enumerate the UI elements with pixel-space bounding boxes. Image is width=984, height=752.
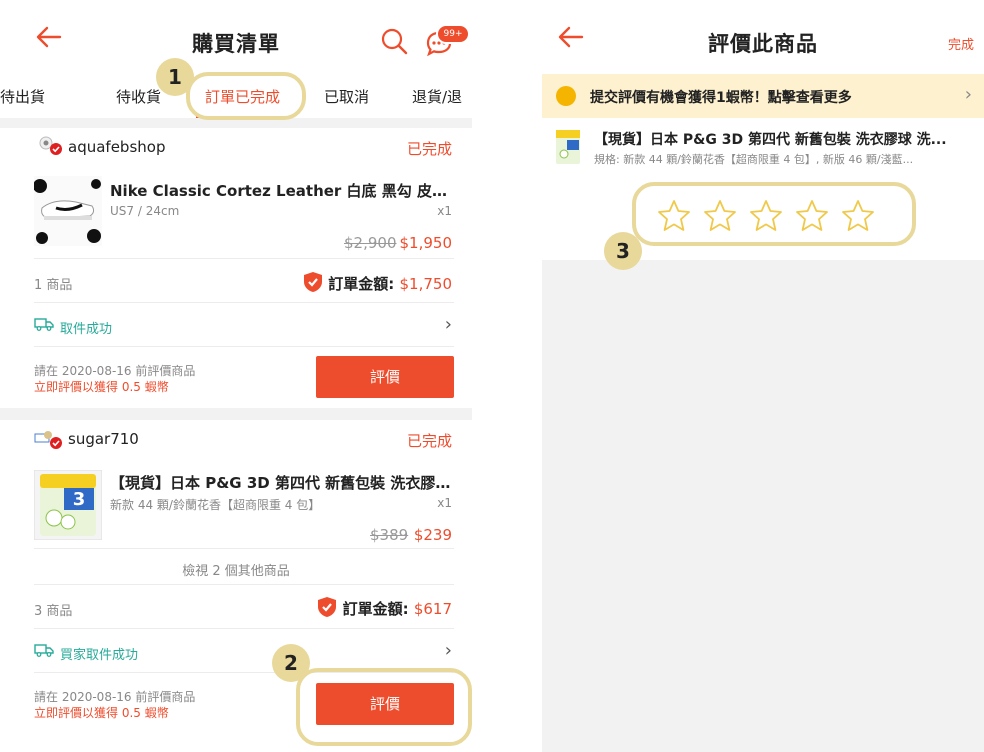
tab-highlight [186, 72, 306, 120]
product-row: 【現貨】日本 P&G 3D 第四代 新舊包裝 洗衣膠球 洗... 規格: 新款 … [542, 118, 984, 177]
order-total-label: 訂單金額: [328, 275, 395, 293]
product-name[interactable]: 【現貨】日本 P&G 3D 第四代 新舊包裝 洗衣膠... [110, 472, 452, 493]
tab-to-ship[interactable]: 待出貨 [0, 86, 45, 107]
search-icon[interactable] [380, 27, 408, 55]
divider [34, 548, 454, 549]
product-thumbnail[interactable]: 3 [34, 470, 102, 540]
product-quantity: x1 [437, 204, 452, 218]
review-reward: 立即評價以獲得 0.5 蝦幣 [34, 380, 169, 394]
product-name[interactable]: Nike Classic Cortez Leather 白底 黑勾 皮革 阿..… [110, 180, 452, 201]
shop-name[interactable]: aquafebshop [68, 138, 165, 156]
order-total: 訂單金額: $617 [343, 598, 452, 619]
order-card[interactable]: aquafebshop 已完成 Nike Classic Cortez Leat… [0, 128, 472, 408]
shopee-guarantee-icon [318, 597, 336, 617]
tab-return[interactable]: 退貨/退 [412, 86, 462, 107]
order-total-amount: $617 [413, 600, 452, 618]
rate-product-screen: 評價此商品 完成 提交評價有機會獲得1蝦幣！點擊查看更多 › 【現貨】日本 P&… [542, 0, 984, 752]
page-title: 評價此商品 [708, 32, 818, 56]
chat-button[interactable]: 99+ [424, 24, 470, 60]
product-spec: 規格: 新款 44 顆/鈴蘭花香【超商限重 4 包】, 新版 46 顆/淺藍..… [594, 153, 914, 166]
product-variant: US7 / 24cm [110, 204, 180, 218]
original-price: $2,900 [344, 234, 397, 252]
tab-cancelled[interactable]: 已取消 [324, 86, 369, 107]
divider [0, 408, 472, 420]
sale-price: $239 [413, 526, 452, 544]
truck-icon [34, 318, 54, 331]
rate-button[interactable]: 評價 [316, 356, 454, 398]
review-reward: 立即評價以獲得 0.5 蝦幣 [34, 706, 169, 720]
thumbnail-label: 3 [73, 489, 86, 510]
product-thumbnail[interactable] [34, 176, 102, 246]
order-list-screen: 購買清單 99+ 待出貨 待收貨 訂單已完成 已取消 退貨/退 aquafebs [0, 0, 472, 752]
item-count: 3 商品 [34, 604, 73, 619]
shipping-status[interactable]: 買家取件成功 [60, 644, 138, 663]
order-status: 已完成 [406, 140, 452, 158]
divider [34, 302, 454, 303]
review-deadline: 請在 2020-08-16 前評價商品 [34, 364, 196, 378]
order-total-amount: $1,750 [399, 275, 453, 293]
tab-to-receive[interactable]: 待收貨 [116, 86, 161, 107]
divider [34, 346, 454, 347]
shop-avatar-icon [39, 136, 62, 155]
order-total-label: 訂單金額: [342, 600, 409, 618]
chevron-right-icon[interactable]: › [445, 640, 452, 661]
coin-icon [556, 86, 576, 106]
original-price: $389 [370, 526, 409, 544]
order-status: 已完成 [406, 432, 452, 450]
nav-bar: 購買清單 99+ [0, 0, 472, 74]
shopee-guarantee-icon [304, 272, 322, 292]
divider [34, 258, 454, 259]
shop-avatar-icon [34, 431, 62, 449]
sale-price: $1,950 [399, 234, 453, 252]
review-deadline: 請在 2020-08-16 前評價商品 [34, 690, 196, 704]
divider [34, 628, 454, 629]
nav-bar: 評價此商品 完成 [542, 0, 984, 74]
item-count: 1 商品 [34, 278, 73, 293]
view-more-items[interactable]: 檢視 2 個其他商品 [0, 560, 472, 579]
stars-highlight [632, 182, 916, 246]
divider [34, 584, 454, 585]
shipping-status[interactable]: 取件成功 [60, 318, 112, 337]
step-number: 1 [156, 58, 194, 96]
button-highlight [296, 668, 472, 746]
reward-banner[interactable]: 提交評價有機會獲得1蝦幣！點擊查看更多 › [542, 74, 984, 118]
notification-badge: 99+ [436, 24, 470, 44]
product-thumbnail [556, 130, 580, 164]
product-name: 【現貨】日本 P&G 3D 第四代 新舊包裝 洗衣膠球 洗... [594, 132, 947, 148]
truck-icon [34, 644, 54, 657]
chevron-right-icon[interactable]: › [445, 314, 452, 335]
chevron-right-icon: › [964, 84, 972, 105]
banner-text: 提交評價有機會獲得1蝦幣！點擊查看更多 [590, 90, 852, 106]
step-number: 3 [604, 232, 642, 270]
step-number: 2 [272, 644, 310, 682]
shop-name[interactable]: sugar710 [68, 430, 139, 448]
order-total: 訂單金額: $1,750 [328, 273, 452, 294]
product-variant: 新款 44 顆/鈴蘭花香【超商限重 4 包】 [110, 498, 321, 512]
done-button[interactable]: 完成 [948, 34, 974, 53]
product-quantity: x1 [437, 496, 452, 510]
